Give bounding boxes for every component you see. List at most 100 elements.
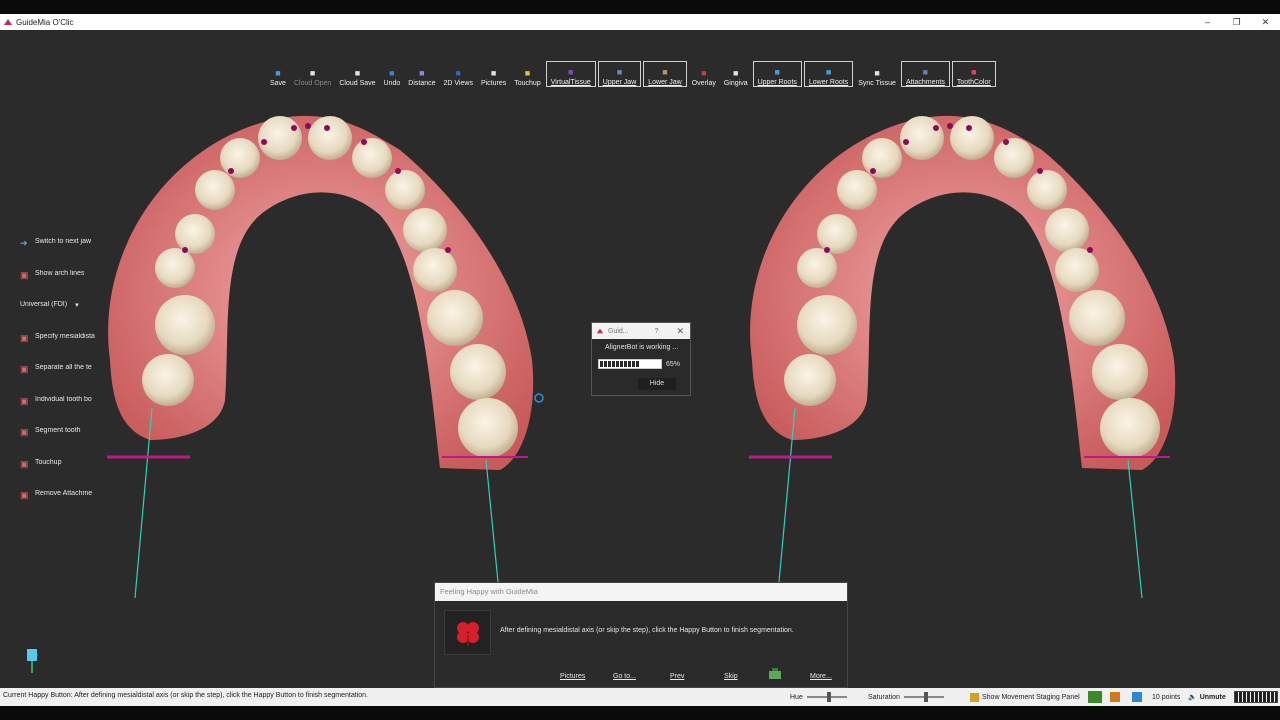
help-button[interactable]: ? bbox=[655, 328, 659, 335]
upper-roots-button[interactable]: ■ Upper Roots bbox=[752, 61, 802, 87]
touchup-button[interactable]: ■ Touchup bbox=[510, 61, 544, 87]
landmark-point[interactable] bbox=[1003, 139, 1009, 145]
hue-control[interactable]: Hue bbox=[790, 691, 847, 703]
side-item-1[interactable]: ▣ Show arch lines bbox=[20, 270, 96, 302]
landmark-point[interactable] bbox=[395, 168, 401, 174]
tooth[interactable] bbox=[403, 208, 447, 252]
hue-slider[interactable] bbox=[806, 692, 847, 702]
table-icon[interactable] bbox=[1132, 692, 1142, 702]
undo-button[interactable]: ■ Undo bbox=[380, 61, 405, 87]
toothcolor-button[interactable]: ■ ToothColor bbox=[951, 61, 996, 87]
goto-link[interactable]: Go to... bbox=[613, 673, 636, 680]
pictures-button[interactable]: ■ Pictures bbox=[477, 61, 510, 87]
landmark-point[interactable] bbox=[933, 125, 939, 131]
right-arch-model[interactable] bbox=[750, 115, 1176, 471]
grid-icon[interactable] bbox=[1110, 692, 1120, 702]
tooth[interactable] bbox=[1055, 248, 1099, 292]
tooth[interactable] bbox=[837, 170, 877, 210]
tooth[interactable] bbox=[195, 170, 235, 210]
robot-icon[interactable] bbox=[767, 668, 783, 680]
unmute-button[interactable]: 🔈 Unmute bbox=[1188, 691, 1226, 703]
tooth[interactable] bbox=[797, 248, 837, 288]
left-arch-model[interactable] bbox=[108, 115, 534, 471]
landmark-point[interactable] bbox=[182, 247, 188, 253]
tooth[interactable] bbox=[413, 248, 457, 292]
tooth[interactable] bbox=[994, 138, 1034, 178]
tooth[interactable] bbox=[1027, 170, 1067, 210]
tooth[interactable] bbox=[1069, 290, 1125, 346]
sync-tissue-button[interactable]: ■ Sync Tissue bbox=[854, 61, 900, 87]
tooth[interactable] bbox=[458, 398, 518, 458]
saturation-control[interactable]: Saturation bbox=[868, 691, 944, 703]
tooth[interactable] bbox=[1092, 344, 1148, 400]
landmark-point[interactable] bbox=[291, 125, 297, 131]
tooth[interactable] bbox=[450, 344, 506, 400]
overlay-button[interactable]: ■ Overlay bbox=[688, 61, 720, 87]
points-control[interactable]: 10 points bbox=[1152, 691, 1180, 703]
landmark-point[interactable] bbox=[261, 139, 267, 145]
side-item-0[interactable]: ➔ Switch to next jaw bbox=[20, 238, 96, 270]
landmark-point[interactable] bbox=[870, 168, 876, 174]
landmark-point[interactable] bbox=[824, 247, 830, 253]
more-link[interactable]: More... bbox=[810, 673, 832, 680]
virtualtissue-button[interactable]: ■ VirtualTissue bbox=[545, 61, 596, 87]
tooth[interactable] bbox=[155, 295, 215, 355]
tooth[interactable] bbox=[797, 295, 857, 355]
2d-views-button[interactable]: ■ 2D Views bbox=[440, 61, 477, 87]
side-item-7[interactable]: ▣ Touchup bbox=[20, 459, 96, 491]
skip-link[interactable]: Skip bbox=[724, 673, 738, 680]
tooth[interactable] bbox=[142, 354, 194, 406]
cloud-save-button[interactable]: ■ Cloud Save bbox=[335, 61, 379, 87]
side-item-8[interactable]: ▣ Remove Attachme bbox=[20, 490, 96, 522]
lower-jaw-button[interactable]: ■ Lower Jaw bbox=[643, 61, 687, 87]
landmark-point[interactable] bbox=[947, 123, 953, 129]
prev-link[interactable]: Prev bbox=[670, 673, 684, 680]
tooth[interactable] bbox=[1045, 208, 1089, 252]
saturation-slider[interactable] bbox=[903, 692, 944, 702]
hue-slider-knob[interactable] bbox=[826, 692, 831, 702]
lower-roots-button[interactable]: ■ Lower Roots bbox=[803, 61, 854, 87]
side-item-4[interactable]: ▣ Separate all the te bbox=[20, 364, 96, 396]
landmark-point[interactable] bbox=[903, 139, 909, 145]
gingiva-button[interactable]: ■ Gingiva bbox=[720, 61, 752, 87]
landmark-point[interactable] bbox=[445, 247, 451, 253]
landmark-point[interactable] bbox=[966, 125, 972, 131]
tooth[interactable] bbox=[352, 138, 392, 178]
tooth[interactable] bbox=[784, 354, 836, 406]
upper-jaw-button[interactable]: ■ Upper Jaw bbox=[597, 61, 642, 87]
tooth[interactable] bbox=[308, 116, 352, 160]
tooth[interactable] bbox=[817, 214, 857, 254]
tooth[interactable] bbox=[862, 138, 902, 178]
landmark-point[interactable] bbox=[361, 139, 367, 145]
save-button[interactable]: ■ Save bbox=[266, 61, 290, 87]
landmark-point[interactable] bbox=[1037, 168, 1043, 174]
tooth[interactable] bbox=[427, 290, 483, 346]
progress-dialog-close-button[interactable]: ✕ bbox=[676, 326, 684, 337]
tooth[interactable] bbox=[175, 214, 215, 254]
attachments-button[interactable]: ■ Attachments bbox=[900, 61, 950, 87]
chevron-down-icon[interactable]: ▾ bbox=[75, 301, 79, 309]
pictures-link[interactable]: Pictures bbox=[560, 673, 585, 680]
landmark-point[interactable] bbox=[324, 125, 330, 131]
side-item-5[interactable]: ▣ Individual tooth bo bbox=[20, 396, 96, 428]
side-item-6[interactable]: ▣ Segment tooth bbox=[20, 427, 96, 459]
side-item-2[interactable]: Universal (FDI) ▾ bbox=[20, 301, 96, 333]
landmark-point[interactable] bbox=[1087, 247, 1093, 253]
tooth[interactable] bbox=[385, 170, 425, 210]
tooth[interactable] bbox=[155, 248, 195, 288]
landmark-point[interactable] bbox=[305, 123, 311, 129]
landmark-point[interactable] bbox=[228, 168, 234, 174]
hide-button[interactable]: Hide bbox=[638, 378, 676, 390]
chart-icon[interactable] bbox=[1088, 691, 1102, 703]
tooth[interactable] bbox=[950, 116, 994, 160]
tooth[interactable] bbox=[900, 116, 944, 160]
orientation-widget-icon[interactable] bbox=[26, 648, 38, 674]
staging-panel-toggle[interactable]: Show Movement Staging Panel bbox=[970, 691, 1080, 703]
saturation-slider-knob[interactable] bbox=[923, 692, 928, 702]
distance-button[interactable]: ■ Distance bbox=[404, 61, 439, 87]
side-item-3[interactable]: ▣ Specify mesialdista bbox=[20, 333, 96, 365]
happy-button[interactable] bbox=[444, 610, 491, 655]
tooth[interactable] bbox=[1100, 398, 1160, 458]
tooth[interactable] bbox=[258, 116, 302, 160]
tooth[interactable] bbox=[220, 138, 260, 178]
